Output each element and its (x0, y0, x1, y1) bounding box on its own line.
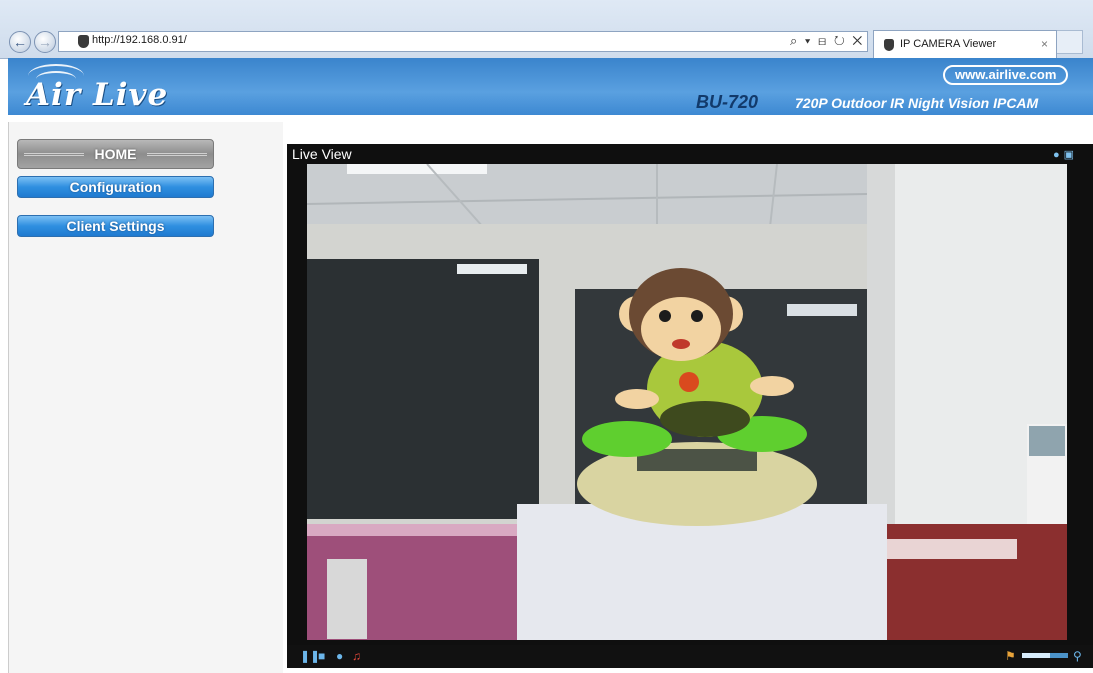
address-tools[interactable]: ⌕ ▾ ⊟ ↻ ✕ (790, 33, 864, 49)
tab-close-icon[interactable]: × (1041, 37, 1048, 51)
configuration-button[interactable]: Configuration (17, 176, 214, 198)
left-menu-panel (8, 122, 283, 673)
model-name: BU-720 (696, 92, 759, 112)
playback-control-bar (287, 645, 1093, 668)
live-view-title: Live View (292, 146, 352, 162)
site-favicon-icon (78, 35, 89, 48)
zoom-icon[interactable]: ⚲ (1073, 649, 1082, 663)
record-icon[interactable]: ● (336, 649, 343, 663)
forward-icon[interactable]: → (34, 31, 56, 53)
home-label: HOME (94, 146, 137, 162)
zoom-slider-fill (1022, 653, 1050, 658)
site-header: Air Live www.airlive.com BU-720 720P Out… (8, 58, 1093, 115)
model-description: 720P Outdoor IR Night Vision IPCAM (795, 95, 1039, 111)
client-settings-button[interactable]: Client Settings (17, 215, 214, 237)
home-button[interactable]: HOME (17, 139, 214, 169)
configuration-label: Configuration (69, 179, 162, 195)
snapshot-fullscreen-icons[interactable]: ●▣ (1053, 148, 1078, 161)
home-stripe-left (24, 153, 84, 156)
tab-ip-camera-viewer[interactable]: IP CAMERA Viewer × (873, 30, 1057, 58)
window-left (307, 259, 539, 519)
mute-icon[interactable]: ♫ (352, 649, 361, 663)
stop-icon[interactable]: ■ (318, 649, 325, 663)
airlive-logo: Air Live (26, 77, 169, 113)
tab-favicon-icon (884, 39, 894, 51)
home-stripe-right (147, 153, 207, 156)
zoom-out-icon[interactable]: ⚑ (1005, 649, 1016, 663)
back-icon[interactable]: ← (9, 31, 31, 53)
ceiling-light (347, 164, 487, 174)
video-frame-svg (307, 164, 1067, 640)
new-tab-button[interactable] (1057, 30, 1083, 54)
toy-leaf-left (582, 421, 672, 457)
address-url[interactable]: http://192.168.0.91/ (92, 34, 187, 46)
client-settings-label: Client Settings (66, 218, 165, 234)
tab-title: IP CAMERA Viewer (900, 38, 997, 50)
website-badge: www.airlive.com (943, 65, 1069, 85)
live-video-feed[interactable] (307, 164, 1067, 640)
